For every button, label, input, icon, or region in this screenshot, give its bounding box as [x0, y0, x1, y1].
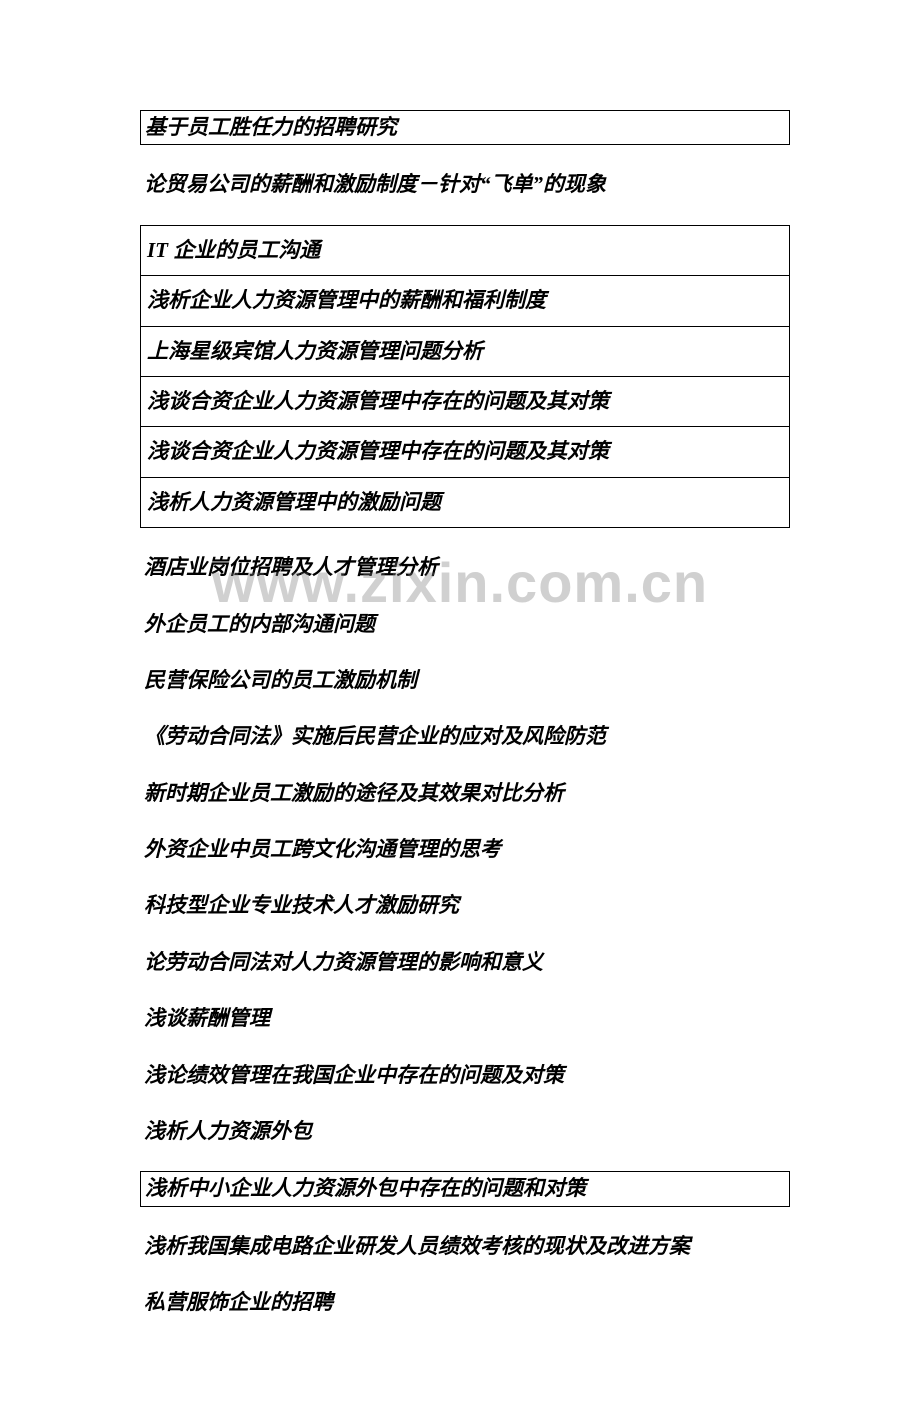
topic-line: 浅谈合资企业人力资源管理中存在的问题及其对策	[141, 376, 789, 426]
topic-line: 浅析人力资源管理中的激励问题	[141, 477, 789, 527]
topic-line: 浅析人力资源外包	[140, 1115, 790, 1148]
topic-line: 上海星级宾馆人力资源管理问题分析	[141, 326, 789, 376]
content-list: 基于员工胜任力的招聘研究论贸易公司的薪酬和激励制度－针对“飞单”的现象 IT 企业…	[140, 110, 790, 1320]
topic-line: 外资企业中员工跨文化沟通管理的思考	[140, 833, 790, 866]
topic-line: 论劳动合同法对人力资源管理的影响和意义	[140, 946, 790, 979]
topic-line: 浅谈薪酬管理	[140, 1002, 790, 1035]
topic-line: 浅谈合资企业人力资源管理中存在的问题及其对策	[141, 426, 789, 476]
topic-line: 浅析我国集成电路企业研发人员绩效考核的现状及改进方案	[140, 1230, 790, 1263]
topic-line: 私营服饰企业的招聘	[140, 1286, 790, 1319]
topic-line: 新时期企业员工激励的途径及其效果对比分析	[140, 777, 790, 810]
topic-line: IT 企业的员工沟通	[141, 226, 789, 275]
topic-line: 民营保险公司的员工激励机制	[140, 664, 790, 697]
topic-line: 《劳动合同法》实施后民营企业的应对及风险防范	[140, 720, 790, 753]
topic-line: 浅论绩效管理在我国企业中存在的问题及对策	[140, 1059, 790, 1092]
boxed-list: IT 企业的员工沟通浅析企业人力资源管理中的薪酬和福利制度上海星级宾馆人力资源管…	[140, 225, 790, 528]
topic-line: 浅析中小企业人力资源外包中存在的问题和对策	[140, 1171, 790, 1206]
topic-line: 外企员工的内部沟通问题	[140, 608, 790, 641]
topic-line: 论贸易公司的薪酬和激励制度－针对“飞单”的现象	[140, 168, 790, 201]
topic-line: 基于员工胜任力的招聘研究	[140, 110, 790, 145]
topic-line: 浅析企业人力资源管理中的薪酬和福利制度	[141, 275, 789, 325]
document-page: www.zixin.com.cn 基于员工胜任力的招聘研究论贸易公司的薪酬和激励…	[0, 0, 920, 1403]
topic-line: 酒店业岗位招聘及人才管理分析	[140, 551, 790, 584]
topic-line: 科技型企业专业技术人才激励研究	[140, 889, 790, 922]
